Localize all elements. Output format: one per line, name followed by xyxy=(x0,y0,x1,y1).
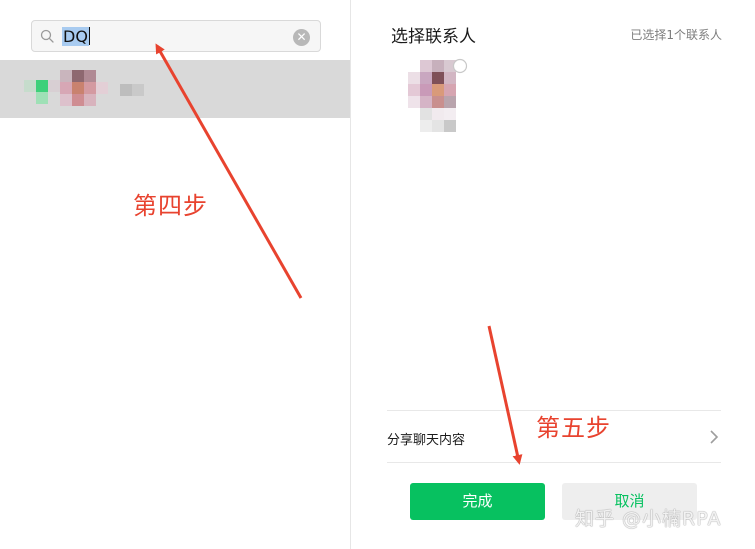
annotation-arrows xyxy=(155,43,523,465)
arrow-step4 xyxy=(155,43,303,299)
watermark: 知乎 @小楠RPA xyxy=(575,508,722,530)
arrow-step5 xyxy=(487,325,523,465)
